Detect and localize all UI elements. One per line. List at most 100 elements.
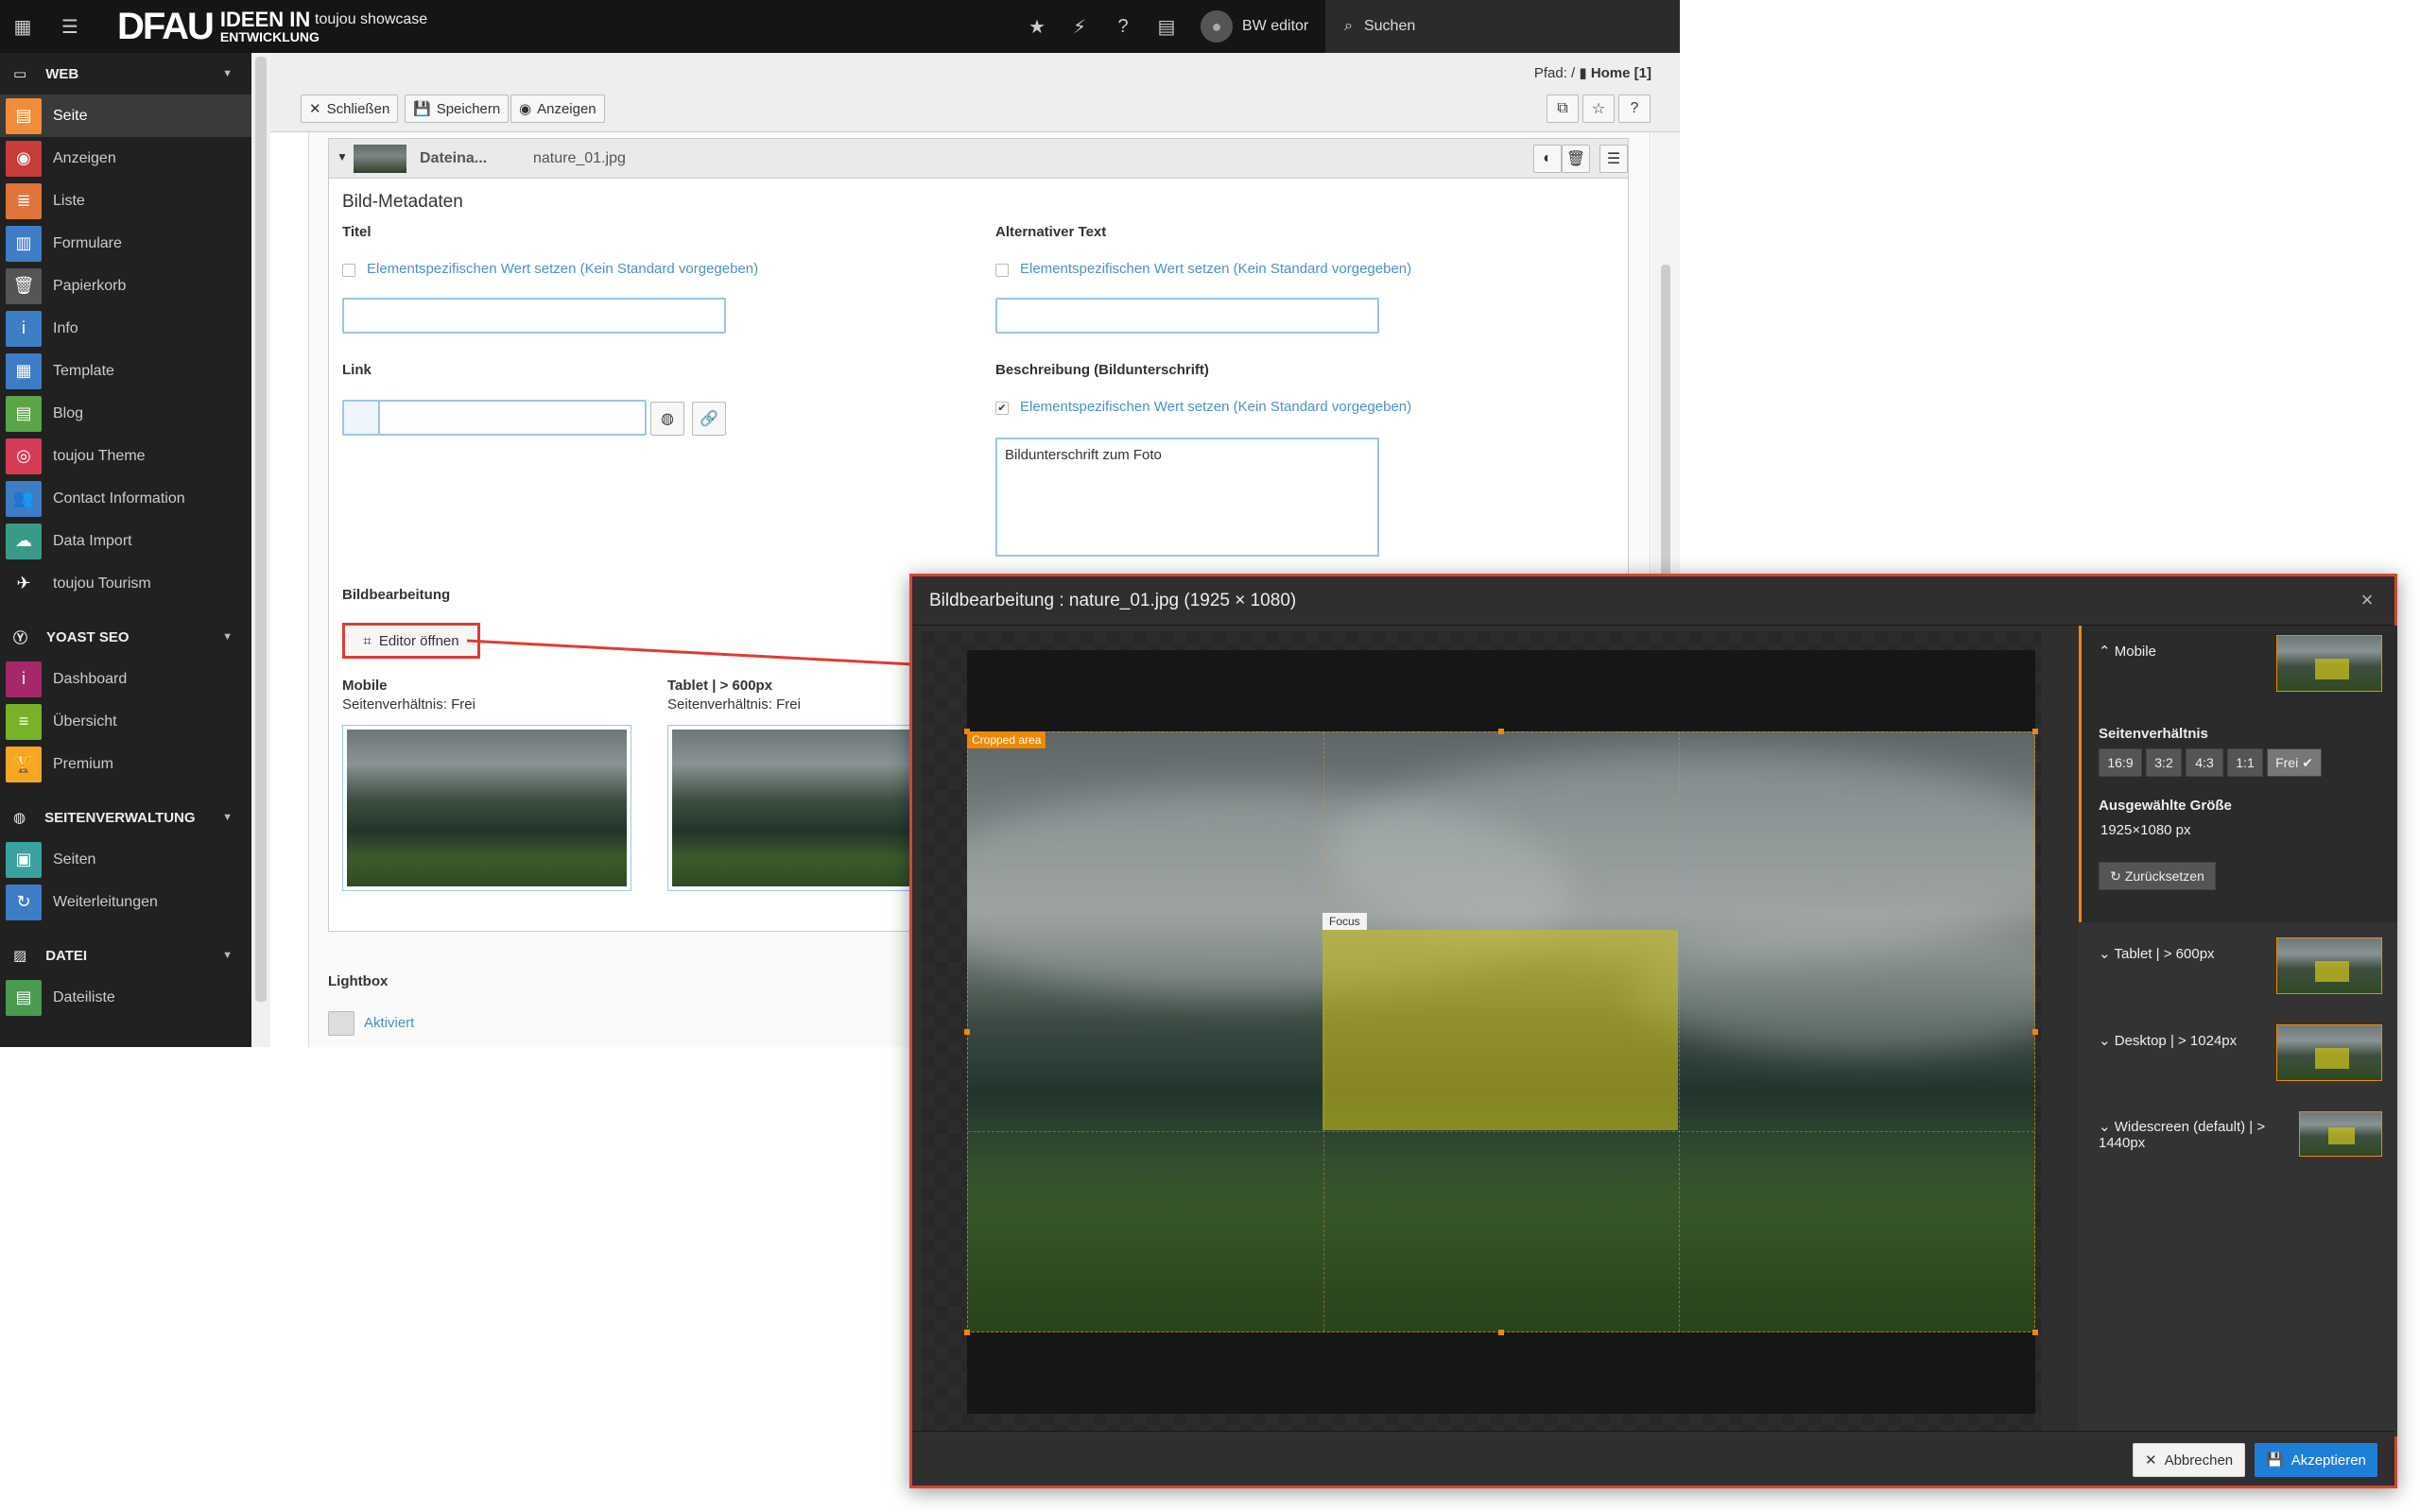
sidebar-item-dateiliste[interactable]: ▤ Dateiliste xyxy=(0,976,251,1019)
crop-handle[interactable] xyxy=(964,1330,970,1335)
ratio-3-2-button[interactable]: 3:2 xyxy=(2146,748,2182,777)
info-icon: i xyxy=(6,310,42,347)
help-button[interactable]: ? xyxy=(1618,94,1651,123)
page-tree-toggle-icon[interactable]: ☰ xyxy=(49,0,91,53)
sidebar-item-anzeigen[interactable]: ◉ Anzeigen xyxy=(0,137,251,180)
eye-icon: ◉ xyxy=(6,140,42,177)
open-editor-button[interactable]: ⌗ Editor öffnen xyxy=(342,623,480,659)
variant-desktop[interactable]: ⌄ Desktop | > 1024px xyxy=(2079,1015,2397,1098)
variant-widescreen[interactable]: ⌄ Widescreen (default) | > 1440px xyxy=(2079,1102,2397,1185)
scrollbar-thumb[interactable] xyxy=(255,57,267,1002)
filelist-icon: ▤ xyxy=(6,979,42,1016)
top-bar: ▦ ☰ DFAU IDEEN IN ENTWICKLUNG toujou show… xyxy=(0,0,1680,53)
sidebar-item-uebersicht[interactable]: ≡ Übersicht xyxy=(0,700,251,743)
user-menu[interactable]: ● BW editor xyxy=(1201,0,1308,53)
modal-close-icon[interactable]: × xyxy=(2355,588,2379,612)
variant-mobile-thumb xyxy=(2276,635,2382,692)
group-datei[interactable]: ▨ DATEI ▼ xyxy=(0,935,251,976)
bookmarks-star-icon[interactable]: ★ xyxy=(1016,0,1058,53)
save-button[interactable]: 💾 Speichern xyxy=(405,94,510,123)
close-button[interactable]: ✕ Schließen xyxy=(301,94,399,123)
bookmark-star-icon[interactable]: ☆ xyxy=(1582,94,1615,123)
accept-button[interactable]: 💾 Akzeptieren xyxy=(2255,1443,2377,1477)
caption-textarea[interactable]: Bildunterschrift zum Foto xyxy=(995,438,1379,557)
view-button[interactable]: ◉ Anzeigen xyxy=(510,94,605,123)
sidebar-item-papierkorb[interactable]: 🗑 Papierkorb xyxy=(0,265,251,307)
group-web[interactable]: ▭ WEB ▼ xyxy=(0,53,251,94)
sidebar-item-premium[interactable]: 🏆 Premium xyxy=(0,743,251,785)
ratio-1-1-button[interactable]: 1:1 xyxy=(2227,748,2263,777)
caret-down-icon: ▼ xyxy=(222,950,233,961)
drag-handle-icon[interactable]: ☰ xyxy=(1599,145,1628,173)
global-search[interactable]: ⌕ Suchen xyxy=(1325,0,1680,53)
section-title: Bild-Metadaten xyxy=(342,192,463,212)
ratio-free-button[interactable]: Frei ✔ xyxy=(2267,748,2322,777)
delete-trash-icon[interactable]: 🗑 xyxy=(1562,145,1590,173)
focus-area[interactable] xyxy=(1322,930,1678,1130)
cancel-button[interactable]: ✕ Abbrechen xyxy=(2133,1443,2246,1477)
sidebar-scrollbar[interactable] xyxy=(251,53,270,1047)
lightbox-toggle[interactable] xyxy=(328,1011,354,1036)
crop-handle[interactable] xyxy=(1498,729,1504,734)
title-input[interactable] xyxy=(342,298,726,334)
sidebar-item-dashboard[interactable]: i Dashboard xyxy=(0,658,251,700)
variant-mobile[interactable]: ⌃ Mobile Seitenverhältnis 16:9 3:2 4:3 1… xyxy=(2079,626,2397,922)
sidebar-item-contact-information[interactable]: 👥 Contact Information xyxy=(0,477,251,520)
sidebar-item-template[interactable]: ▦ Template xyxy=(0,350,251,392)
link-input[interactable] xyxy=(378,400,647,436)
open-new-window-icon[interactable]: ⧉ xyxy=(1547,94,1579,123)
alt-input[interactable] xyxy=(995,298,1379,334)
sidebar-item-blog[interactable]: ▤ Blog xyxy=(0,392,251,435)
system-info-icon[interactable]: ▤ xyxy=(1146,0,1187,53)
trophy-icon: 🏆 xyxy=(6,746,42,782)
title-override-checkbox[interactable] xyxy=(342,264,355,277)
ratio-16-9-button[interactable]: 16:9 xyxy=(2099,748,2142,777)
sidebar-item-liste[interactable]: ≣ Liste xyxy=(0,180,251,222)
crop-handle[interactable] xyxy=(2032,729,2038,734)
check-icon: ✔ xyxy=(2302,754,2313,770)
modal-title: Bildbearbeitung : nature_01.jpg (1925 × … xyxy=(912,576,2394,626)
sidebar-item-toujou-theme[interactable]: ◎ toujou Theme xyxy=(0,435,251,477)
desc-override-text[interactable]: Elementspezifischen Wert setzen (Kein St… xyxy=(1020,399,1411,415)
collapse-caret-icon[interactable]: ▼ xyxy=(337,150,348,163)
selected-size-heading: Ausgewählte Größe xyxy=(2099,798,2232,814)
group-seitenverwaltung[interactable]: ◍ SEITENVERWALTUNG ▼ xyxy=(0,797,251,838)
variant-tablet[interactable]: ⌄ Tablet | > 600px xyxy=(2079,928,2397,1011)
ratio-4-3-button[interactable]: 4:3 xyxy=(2186,748,2223,777)
link-prefix xyxy=(342,400,380,436)
module-menu-icon[interactable]: ▦ xyxy=(2,0,43,53)
close-icon: ✕ xyxy=(2145,1452,2157,1469)
sidebar-item-seite[interactable]: ▤ Seite xyxy=(0,94,251,137)
mobile-preview xyxy=(342,725,631,891)
sidebar-item-data-import[interactable]: ☁ Data Import xyxy=(0,520,251,562)
crop-handle[interactable] xyxy=(964,729,970,734)
caret-down-icon: ▼ xyxy=(222,631,233,643)
link-chain-icon[interactable]: 🔗 xyxy=(692,402,726,436)
reset-button[interactable]: ↻ Zurücksetzen xyxy=(2099,862,2216,890)
crop-handle[interactable] xyxy=(2032,1330,2038,1335)
alt-override-checkbox[interactable] xyxy=(995,264,1009,277)
pages-icon: ▣ xyxy=(6,841,42,878)
sidebar-item-seiten[interactable]: ▣ Seiten xyxy=(0,838,251,881)
module-sidebar: ▭ WEB ▼ ▤ Seite ◉ Anzeigen ≣ Liste ▥ Formulare… xyxy=(0,53,251,1047)
lightbox-value[interactable]: Aktiviert xyxy=(364,1015,414,1031)
toggle-visibility-icon[interactable]: ◐ xyxy=(1533,145,1562,173)
group-yoast-seo[interactable]: ⓨ YOAST SEO ▼ xyxy=(0,616,251,658)
crop-handle[interactable] xyxy=(2032,1029,2038,1035)
sidebar-item-formulare[interactable]: ▥ Formulare xyxy=(0,222,251,265)
file-thumbnail xyxy=(354,145,406,173)
link-wizard-icon[interactable]: ◍ xyxy=(650,402,684,436)
file-reference-header[interactable]: ▼ Dateina... nature_01.jpg ◐ 🗑 ☰ xyxy=(329,139,1628,179)
blog-icon: ▤ xyxy=(6,395,42,432)
crop-handle[interactable] xyxy=(964,1029,970,1035)
sidebar-item-info[interactable]: i Info xyxy=(0,307,251,350)
title-override-text[interactable]: Elementspezifischen Wert setzen (Kein St… xyxy=(367,261,758,277)
content-scrollbar-thumb[interactable] xyxy=(1661,265,1670,624)
desc-override-checkbox[interactable]: ✔ xyxy=(995,402,1009,415)
crop-handle[interactable] xyxy=(1498,1330,1504,1335)
flush-cache-bolt-icon[interactable]: ⚡ xyxy=(1059,0,1100,53)
sidebar-item-toujou-tourism[interactable]: ✈ toujou Tourism xyxy=(0,562,251,605)
alt-override-text[interactable]: Elementspezifischen Wert setzen (Kein St… xyxy=(1020,261,1411,277)
help-icon[interactable]: ? xyxy=(1102,0,1144,53)
sidebar-item-weiterleitungen[interactable]: ↻ Weiterleitungen xyxy=(0,881,251,923)
